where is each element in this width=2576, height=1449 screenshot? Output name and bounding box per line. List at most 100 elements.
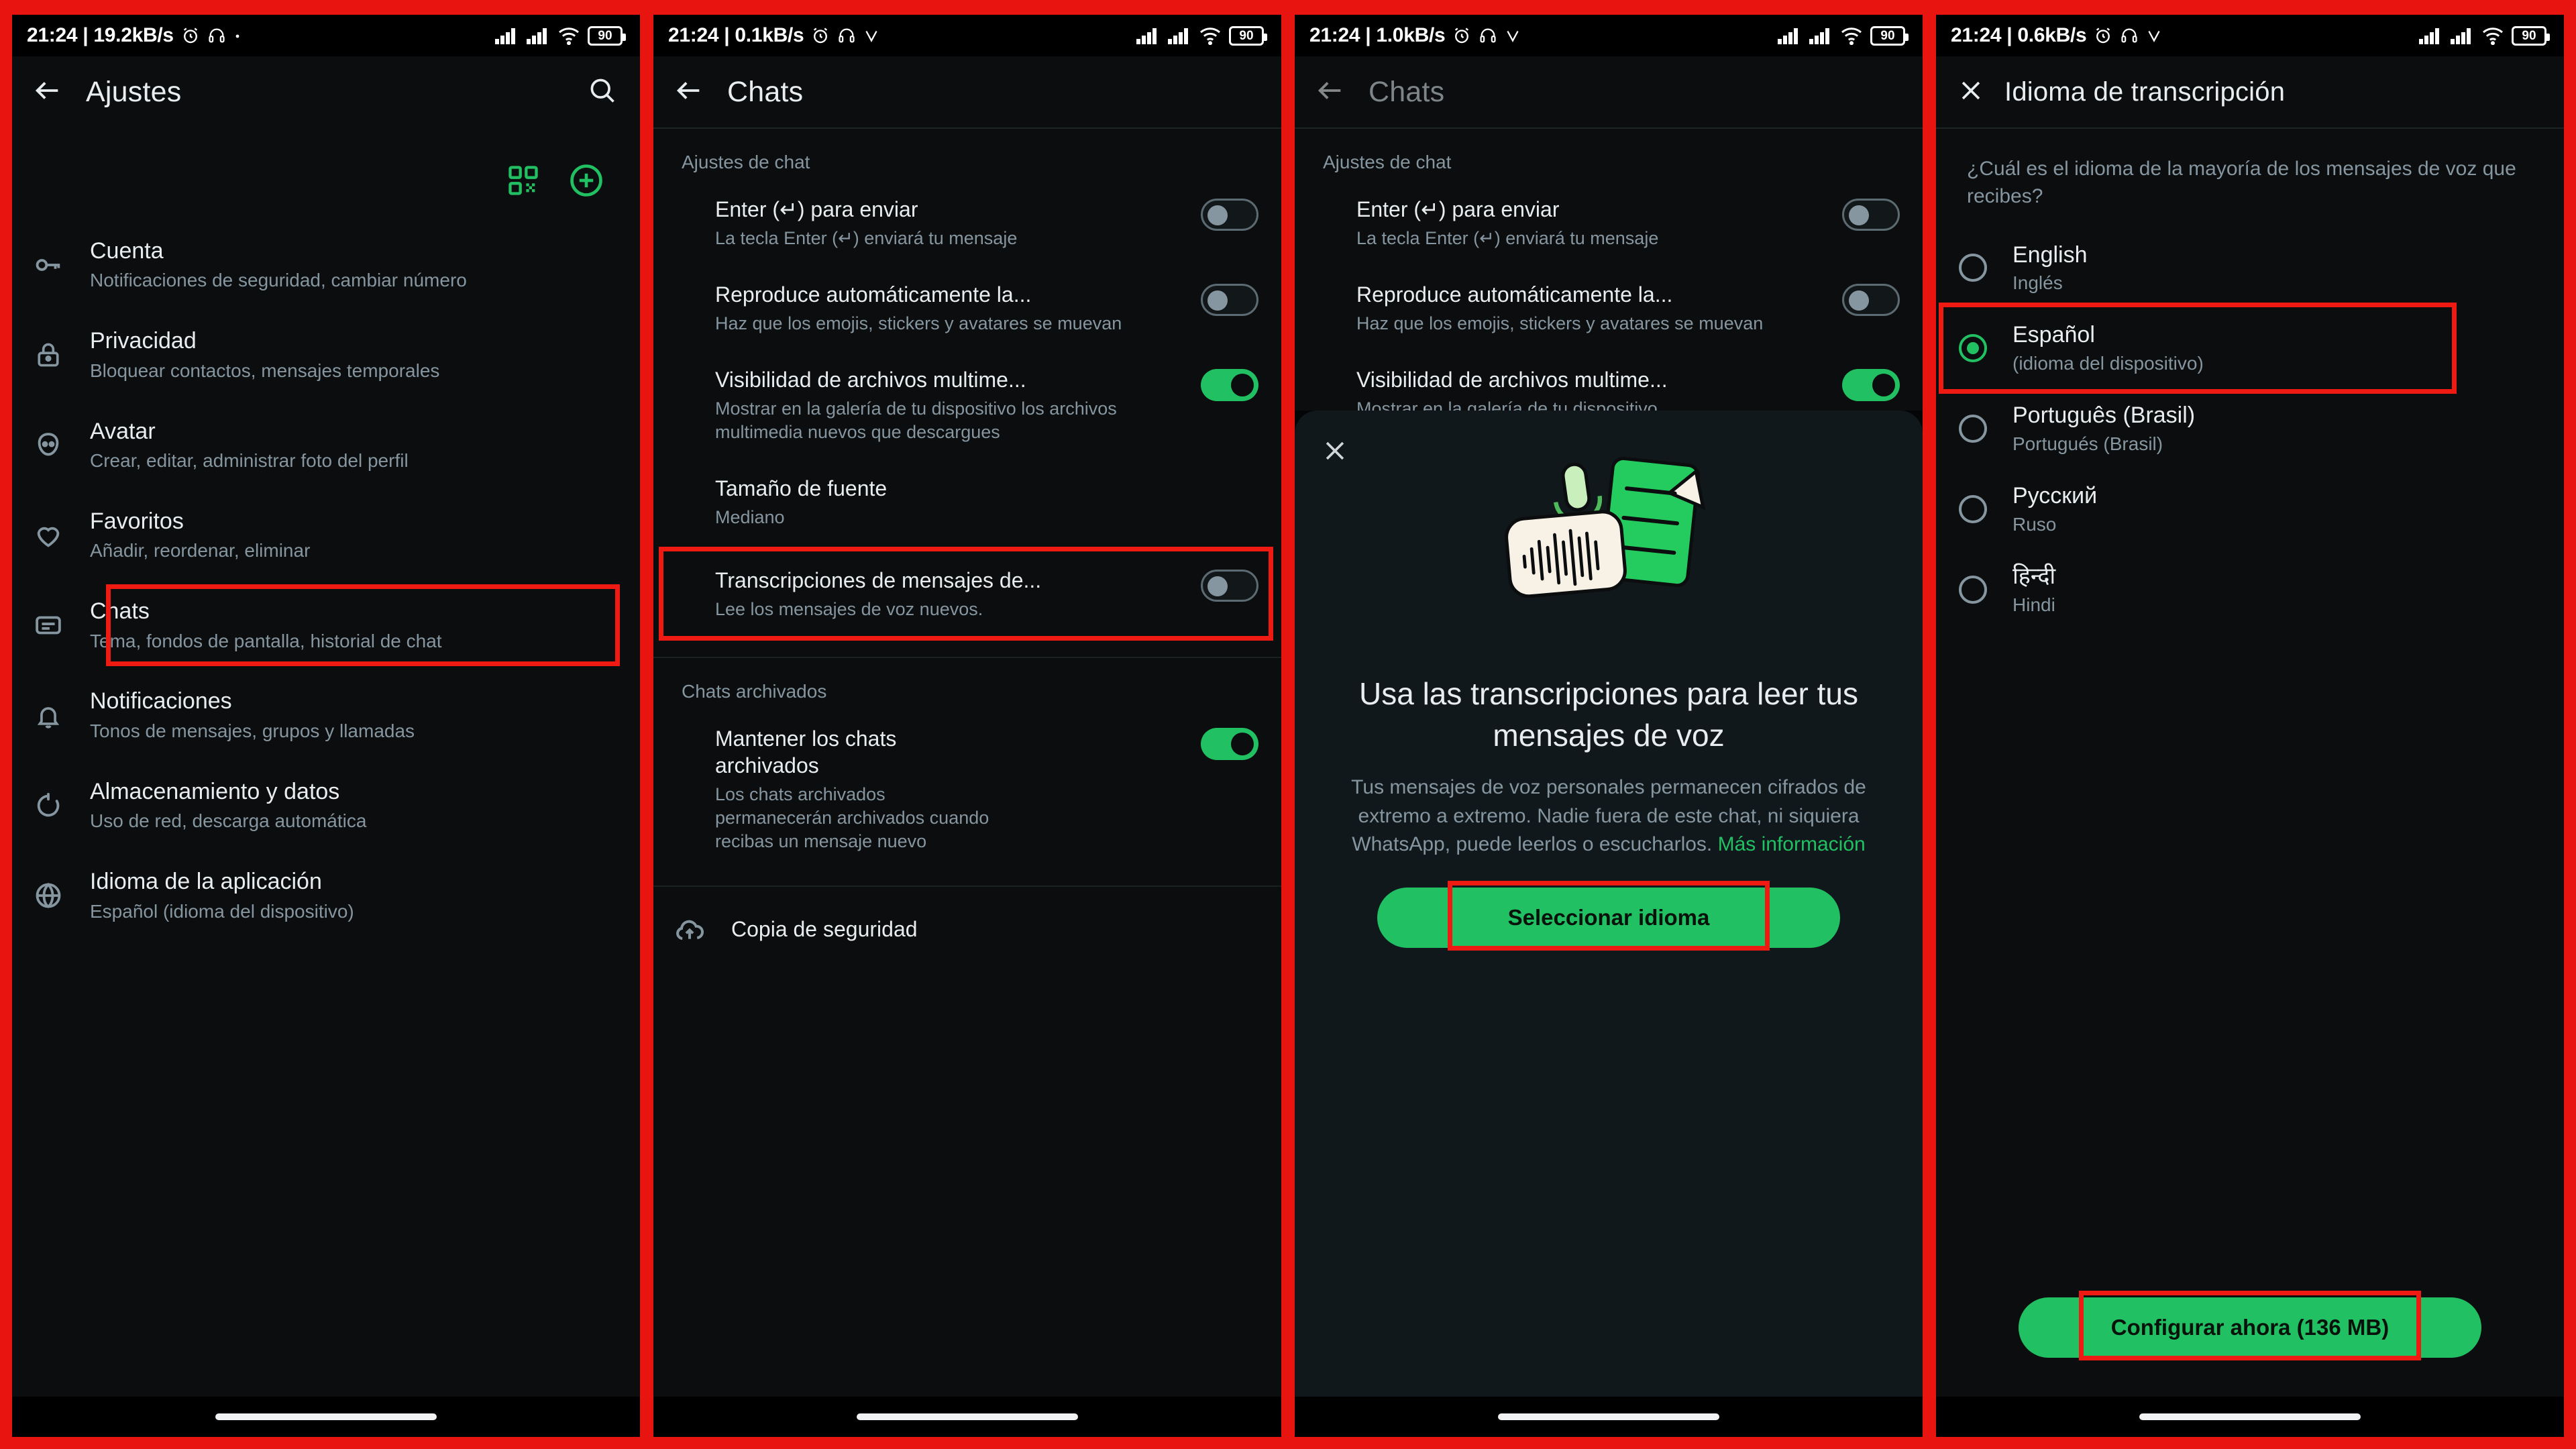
home-indicator[interactable] (215, 1413, 437, 1420)
settings-item-title: Privacidad (90, 328, 197, 354)
select-language-button[interactable]: Seleccionar idioma (1377, 887, 1840, 948)
settings-item-title: Cuenta (90, 238, 164, 264)
radio-portugues[interactable] (1959, 415, 1987, 443)
more-info-link[interactable]: Más información (1718, 833, 1866, 855)
toggle-title: Reproduce automáticamente la... (715, 282, 1032, 307)
language-list: English Inglés Español (idioma del dispo… (1936, 211, 2564, 630)
settings-item-title: Almacenamiento y datos (90, 778, 340, 804)
status-bar-left: 21:24 | 0.6kB/s (1951, 24, 2163, 47)
status-bar-right: 90 (1777, 25, 1909, 46)
vpn-icon (863, 27, 880, 44)
toggle-row-transcriptions[interactable]: Transcripciones de mensajes de... Lee lo… (653, 547, 1281, 641)
language-option-russian[interactable]: Русский Ruso (1936, 469, 2564, 549)
language-name: Русский (2012, 482, 2098, 508)
radio-espanol[interactable] (1959, 334, 1987, 363)
settings-item-subtitle: Notificaciones de seguridad, cambiar núm… (90, 270, 467, 291)
toggle-switch-transcriptions[interactable] (1201, 570, 1258, 602)
toggle-subtitle: Mostrar en la galería de tu dispositivo … (715, 398, 1117, 443)
language-native: (idioma del dispositivo) (2012, 353, 2204, 374)
signal-1-icon (1136, 26, 1160, 45)
alarm-icon (180, 25, 201, 46)
transcription-bottom-sheet: Usa las transcripciones para leer tus me… (1295, 411, 1923, 1397)
section-label-chat: Ajustes de chat (1323, 152, 1452, 172)
toggle-switch-autoplay[interactable] (1842, 284, 1900, 317)
chat-icon (30, 610, 67, 641)
alarm-icon (2093, 25, 2113, 46)
toggle-subtitle: La tecla Enter (↵) enviará tu mensaje (715, 228, 1018, 248)
settings-item-title: Chats (90, 598, 150, 625)
status-clock: 21:24 | 0.1kB/s (668, 24, 804, 46)
toggle-row-keep-archived[interactable]: Mantener los chats archivados Los chats … (653, 709, 1281, 868)
search-icon[interactable] (588, 76, 617, 109)
setup-now-button[interactable]: Configurar ahora (136 MB) (2019, 1297, 2481, 1358)
settings-item-subtitle: Crear, editar, administrar foto del perf… (90, 450, 409, 472)
toggle-row-autoplay[interactable]: Reproduce automáticamente la... Haz que … (653, 265, 1281, 350)
section-label-chat: Ajustes de chat (682, 152, 810, 172)
language-native: Hindi (2012, 594, 2055, 615)
transcriptions-title: Transcripciones de mensajes de... (715, 568, 1042, 593)
settings-item-privacidad[interactable]: Privacidad Bloquear contactos, mensajes … (12, 310, 640, 400)
settings-item-avatar[interactable]: Avatar Crear, editar, administrar foto d… (12, 400, 640, 490)
close-icon[interactable] (1320, 436, 1350, 469)
app-bar: Ajustes (12, 56, 640, 127)
toggle-switch-keep-archived[interactable] (1201, 727, 1258, 760)
back-icon[interactable] (1315, 75, 1346, 109)
nav-bar (1295, 1397, 1923, 1437)
headphones-icon (1479, 26, 1497, 45)
close-icon[interactable] (1956, 76, 1986, 109)
settings-item-almacenamiento[interactable]: Almacenamiento y datos Uso de red, desca… (12, 761, 640, 851)
toggle-row-enter-send[interactable]: Enter (↵) para enviar La tecla Enter (↵)… (1295, 180, 1923, 265)
toggle-switch-media-visibility[interactable] (1201, 369, 1258, 402)
status-bar: 21:24 | 1.0kB/s 90 (1295, 15, 1923, 56)
settings-item-subtitle: Español (idioma del dispositivo) (90, 900, 354, 922)
toggle-title: Enter (↵) para enviar (1356, 197, 1560, 221)
language-option-portugues[interactable]: Português (Brasil) Portugués (Brasil) (1936, 388, 2564, 469)
panel-chats: 21:24 | 0.1kB/s 90 Chats Ajustes de chat… (653, 15, 1281, 1437)
headphones-icon (2120, 26, 2139, 45)
toggle-switch-enter-send[interactable] (1201, 199, 1258, 231)
language-option-hindi[interactable]: हिन्दी Hindi (1936, 549, 2564, 630)
battery-level: 90 (1239, 28, 1254, 43)
language-name: English (2012, 241, 2088, 268)
settings-item-chats[interactable]: Chats Tema, fondos de pantalla, historia… (12, 580, 640, 670)
add-circle-icon[interactable] (568, 162, 605, 203)
signal-1-icon (2418, 26, 2443, 45)
language-option-espanol[interactable]: Español (idioma del dispositivo) (1936, 303, 2564, 394)
settings-item-notificaciones[interactable]: Notificaciones Tonos de mensajes, grupos… (12, 670, 640, 760)
language-option-english[interactable]: English Inglés (1936, 228, 2564, 309)
home-indicator[interactable] (1498, 1413, 1719, 1420)
status-bar-left: 21:24 | 0.1kB/s (668, 24, 880, 47)
row-backup[interactable]: Copia de seguridad (653, 887, 1281, 962)
settings-body: Cuenta Notificaciones de seguridad, camb… (12, 127, 640, 1397)
transcriptions-subtitle: Lee los mensajes de voz nuevos. (715, 599, 983, 620)
toggle-switch-enter-send[interactable] (1842, 199, 1900, 231)
back-icon[interactable] (674, 75, 704, 109)
radio-hindi[interactable] (1959, 575, 1987, 604)
chats-body-dimmed: Ajustes de chat Enter (↵) para enviar La… (1295, 129, 1923, 1397)
back-icon[interactable] (32, 75, 63, 109)
toggle-switch-autoplay[interactable] (1201, 284, 1258, 317)
radio-russian[interactable] (1959, 494, 1987, 523)
battery-icon: 90 (588, 25, 626, 46)
radio-english[interactable] (1959, 254, 1987, 282)
settings-item-cuenta[interactable]: Cuenta Notificaciones de seguridad, camb… (12, 220, 640, 310)
toggle-switch-media-visibility[interactable] (1842, 369, 1900, 402)
home-indicator[interactable] (857, 1413, 1078, 1420)
settings-item-subtitle: Tema, fondos de pantalla, historial de c… (90, 630, 442, 651)
settings-item-favoritos[interactable]: Favoritos Añadir, reordenar, eliminar (12, 490, 640, 580)
screenshot-strip: 21:24 | 19.2kB/s 90 Ajustes Cuenta Notif… (0, 0, 2576, 1449)
battery-icon: 90 (2512, 25, 2550, 46)
qr-code-icon[interactable] (506, 163, 541, 201)
settings-item-title: Notificaciones (90, 688, 232, 714)
battery-level: 90 (598, 28, 612, 43)
home-indicator[interactable] (2139, 1413, 2361, 1420)
toggle-row-autoplay[interactable]: Reproduce automáticamente la... Haz que … (1295, 265, 1923, 350)
row-font-size[interactable]: Tamaño de fuente Mediano (653, 459, 1281, 544)
settings-item-idioma[interactable]: Idioma de la aplicación Español (idioma … (12, 851, 640, 941)
nav-bar (653, 1397, 1281, 1437)
toggle-row-enter-send[interactable]: Enter (↵) para enviar La tecla Enter (↵)… (653, 180, 1281, 265)
font-size-title: Tamaño de fuente (715, 476, 888, 501)
toggle-row-media-visibility[interactable]: Visibilidad de archivos multime... Mostr… (653, 350, 1281, 459)
globe-icon (30, 880, 67, 911)
cloud-upload-icon (671, 914, 708, 946)
